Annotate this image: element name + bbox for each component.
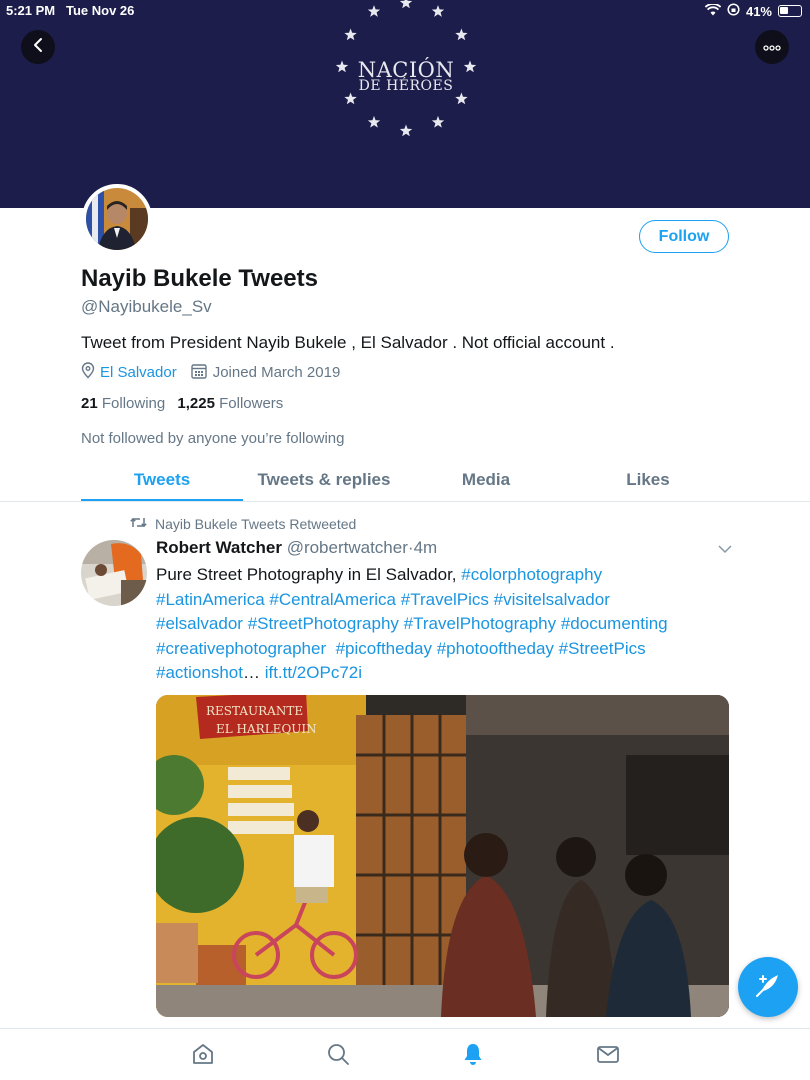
logo-star-icon	[344, 92, 357, 105]
nav-search[interactable]	[325, 1043, 351, 1069]
home-icon	[191, 1042, 215, 1071]
tweet-time: 4m	[413, 538, 438, 557]
nav-home[interactable]	[190, 1043, 216, 1069]
nav-notifications[interactable]	[460, 1043, 486, 1069]
profile-handle: @Nayibukele_Sv	[81, 297, 212, 316]
battery-percentage: 41%	[745, 3, 772, 19]
profile-avatar[interactable]	[82, 184, 152, 254]
hashtag-link[interactable]: #photooftheday	[437, 639, 554, 658]
logo-star-icon	[455, 28, 468, 41]
tweet-author-handle: @robertwatcher	[286, 538, 408, 557]
tab-tweets[interactable]: Tweets	[81, 462, 243, 502]
bottom-navigation	[0, 1028, 810, 1080]
calendar-icon	[191, 363, 207, 383]
back-button[interactable]	[21, 30, 55, 64]
tweet-line-3: #elsalvador #StreetPhotography #TravelPh…	[156, 612, 736, 637]
logo-star-icon	[455, 92, 468, 105]
hashtag-link[interactable]: #visitelsalvador	[494, 590, 610, 609]
hashtag-link[interactable]: #actionshot	[156, 663, 243, 682]
truncation-ellipsis: …	[242, 663, 260, 682]
tweet-photo[interactable]: RESTAURANTE EL HARLEQUIN	[156, 695, 729, 1017]
tweet-line-5: #actionshot… ift.tt/2OPc72i	[156, 661, 736, 686]
profile-stats: 21 Following 1,225 Followers	[81, 395, 283, 412]
tweet-text-intro: Pure Street Photography in El Salvador,	[156, 565, 462, 584]
hashtag-link[interactable]: #colorphotography	[461, 565, 602, 584]
profile-name: Nayib Bukele Tweets	[81, 265, 318, 292]
svg-text:RESTAURANTE: RESTAURANTE	[206, 704, 303, 718]
hashtag-link[interactable]: #elsalvador	[156, 614, 243, 633]
following-label: Following	[101, 395, 166, 412]
logo-star-icon	[367, 115, 381, 128]
followers-count: 1,225	[177, 395, 215, 412]
profile-banner: NACIÓN DE HÉROES 5:21 PM Tue Nov 26 41%	[0, 0, 810, 208]
logo-star-icon	[431, 115, 445, 128]
hashtag-link[interactable]: #picoftheday	[336, 639, 432, 658]
status-indicators: 41%	[704, 2, 802, 19]
battery-icon	[778, 5, 802, 17]
tweet-text: Pure Street Photography in El Salvador, …	[156, 563, 736, 686]
tab-media[interactable]: Media	[405, 462, 567, 502]
notifications-icon	[461, 1042, 485, 1071]
profile-tabs: Tweets Tweets & replies Media Likes	[81, 462, 729, 502]
hashtag-link[interactable]: #StreetPhotography	[248, 614, 399, 633]
compose-tweet-icon	[754, 971, 782, 1004]
chevron-down-icon	[717, 541, 733, 558]
tweet-line-4: #creativephotographer #picoftheday #phot…	[156, 637, 736, 662]
tab-tweets-and-replies[interactable]: Tweets & replies	[243, 462, 405, 502]
profile-page: NACIÓN DE HÉROES 5:21 PM Tue Nov 26 41%	[0, 0, 810, 1080]
profile-location-link[interactable]: El Salvador	[100, 364, 177, 381]
not-followed-notice: Not followed by anyone you’re following	[81, 430, 345, 447]
logo-star-icon	[344, 28, 357, 41]
tweet-menu-button[interactable]	[717, 541, 733, 559]
profile-joined-date: Joined March 2019	[212, 364, 341, 381]
logo-star-icon	[399, 124, 413, 137]
profile-bio: Tweet from President Nayib Bukele , El S…	[81, 333, 615, 352]
following-stat[interactable]: 21 Following	[81, 395, 165, 412]
more-options-button[interactable]	[755, 30, 789, 64]
search-icon	[326, 1042, 350, 1071]
hashtag-link[interactable]: #StreetPics	[559, 639, 646, 658]
following-count: 21	[81, 395, 98, 412]
followers-label: Followers	[219, 395, 284, 412]
hashtag-link[interactable]: #CentralAmerica	[269, 590, 396, 609]
location-pin-icon	[81, 362, 95, 383]
orientation-lock-icon	[727, 3, 740, 19]
compose-tweet-button[interactable]	[738, 957, 798, 1017]
nav-messages[interactable]	[595, 1043, 621, 1069]
tweet-author-name[interactable]: Robert Watcher	[156, 538, 282, 557]
hashtag-link[interactable]: #TravelPics	[401, 590, 489, 609]
tab-likes[interactable]: Likes	[567, 462, 729, 502]
follow-button[interactable]: Follow	[639, 220, 729, 253]
tweet-author-avatar[interactable]	[81, 540, 147, 606]
chevron-left-icon	[31, 37, 45, 58]
tweet-line-1: Pure Street Photography in El Salvador, …	[156, 563, 736, 588]
more-icon	[763, 38, 781, 56]
wifi-icon	[704, 2, 722, 19]
profile-meta: El Salvador Joined March 2019	[81, 362, 340, 383]
retweet-context: Nayib Bukele Tweets Retweeted	[130, 516, 356, 532]
followers-stat[interactable]: 1,225 Followers	[177, 395, 283, 412]
tabs-divider	[0, 501, 810, 502]
svg-text:EL HARLEQUIN: EL HARLEQUIN	[216, 722, 317, 736]
tweet-header: Robert Watcher @robertwatcher·4m	[156, 538, 437, 558]
status-time: 5:21 PM	[6, 3, 56, 18]
retweet-label: Nayib Bukele Tweets Retweeted	[155, 516, 357, 532]
tweet-external-link[interactable]: ift.tt/2OPc72i	[265, 663, 362, 682]
hashtag-link[interactable]: #creativephotographer	[156, 639, 326, 658]
hashtag-link[interactable]: #TravelPhotography	[404, 614, 556, 633]
retweet-icon	[130, 516, 147, 532]
hashtag-link[interactable]: #LatinAmerica	[156, 590, 265, 609]
tweet-line-2: #LatinAmerica #CentralAmerica #TravelPic…	[156, 588, 736, 613]
messages-icon	[596, 1042, 620, 1071]
hashtag-link[interactable]: #documenting	[561, 614, 668, 633]
status-date: Tue Nov 26	[66, 3, 135, 18]
status-bar: 5:21 PM Tue Nov 26 41%	[0, 0, 810, 24]
logo-line-2: DE HÉROES	[358, 78, 454, 94]
